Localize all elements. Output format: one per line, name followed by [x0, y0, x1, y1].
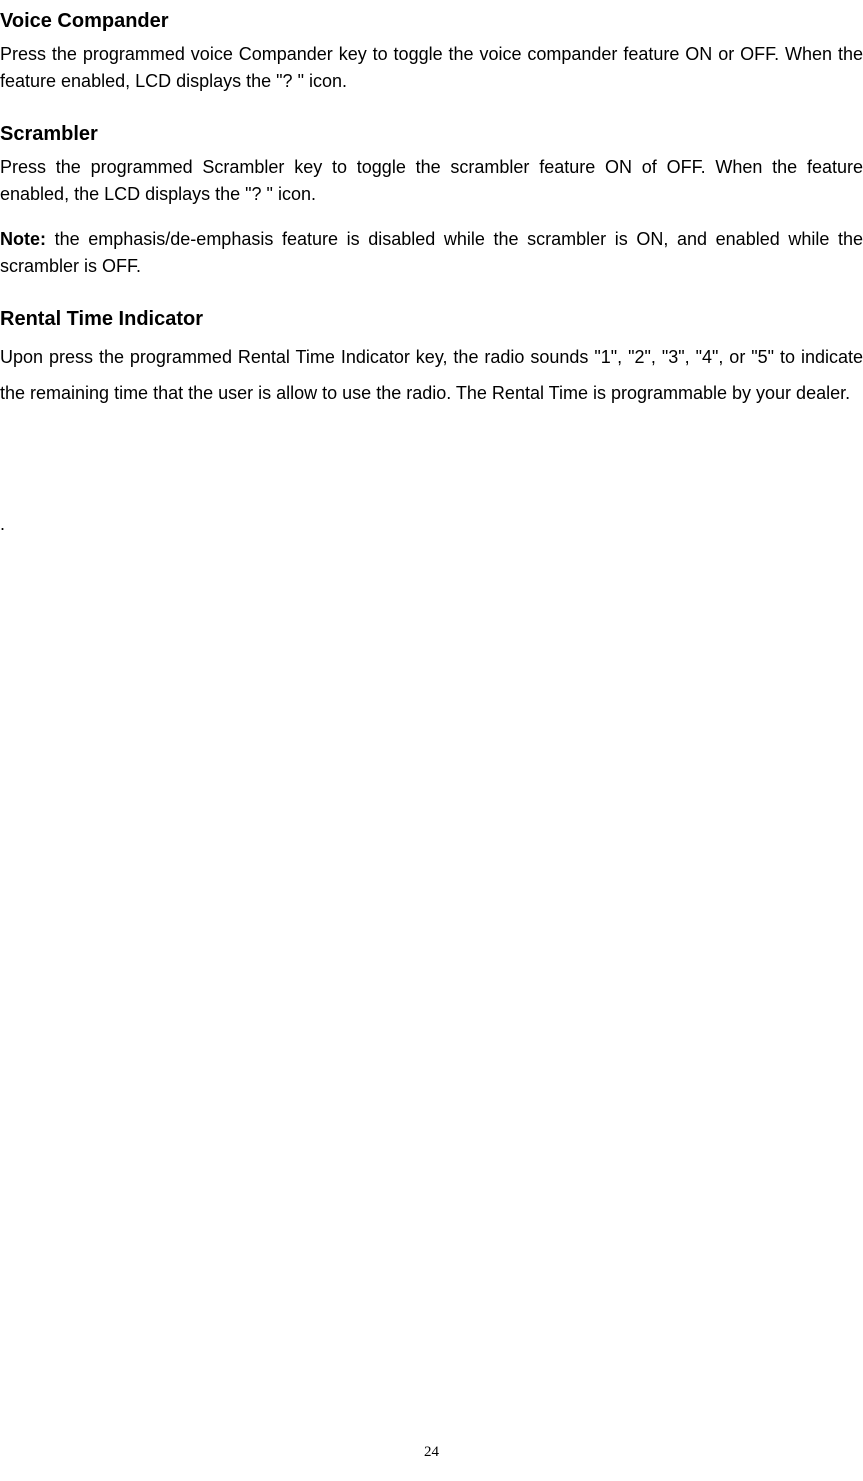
voice-compander-heading: Voice Compander [0, 10, 863, 33]
voice-compander-section: Voice Compander Press the programmed voi… [0, 10, 863, 95]
scrambler-section: Scrambler Press the programmed Scrambler… [0, 123, 863, 280]
page-number: 24 [0, 1444, 863, 1461]
rental-section: Rental Time Indicator Upon press the pro… [0, 308, 863, 411]
rental-body: Upon press the programmed Rental Time In… [0, 339, 863, 411]
scrambler-note: Note: the emphasis/de-emphasis feature i… [0, 226, 863, 280]
rental-heading: Rental Time Indicator [0, 308, 863, 331]
note-label: Note: [0, 229, 46, 249]
scrambler-heading: Scrambler [0, 123, 863, 146]
document-content: Voice Compander Press the programmed voi… [0, 10, 863, 538]
stray-dot: . [0, 511, 863, 538]
scrambler-body: Press the programmed Scrambler key to to… [0, 154, 863, 208]
voice-compander-body: Press the programmed voice Compander key… [0, 41, 863, 95]
note-body: the emphasis/de-emphasis feature is disa… [0, 229, 863, 276]
